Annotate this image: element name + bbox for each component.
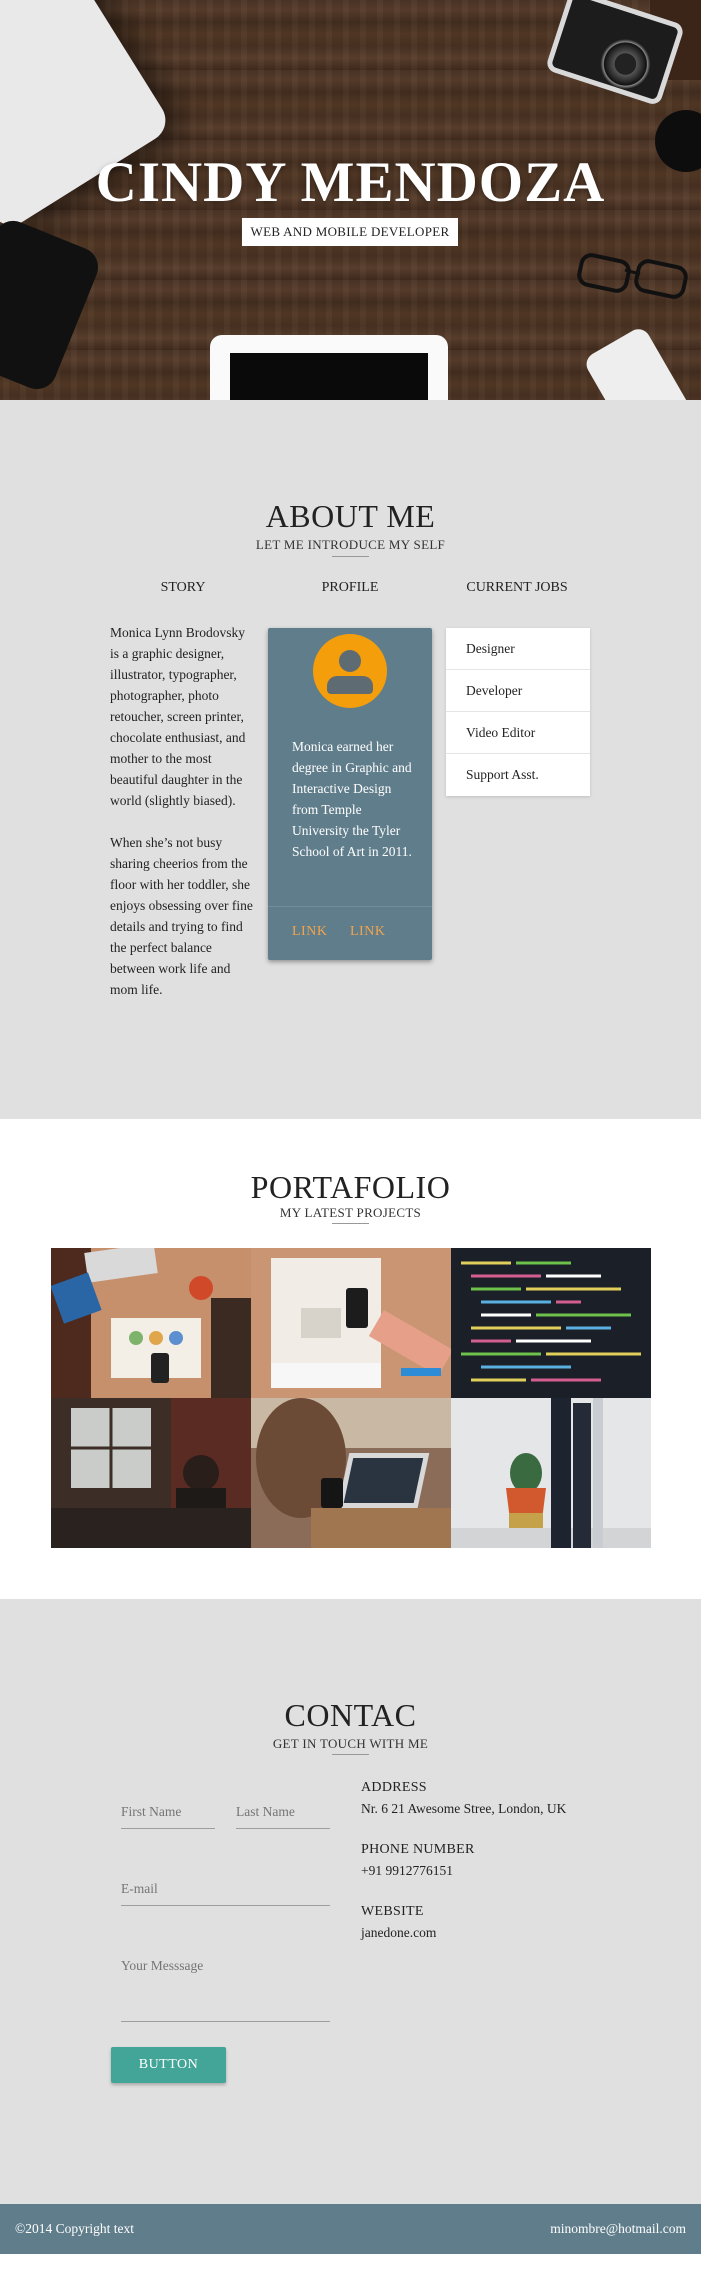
profile-heading: PROFILE (321, 580, 379, 595)
message-input[interactable] (121, 1958, 330, 1990)
profile-bio: Monica earned her degree in Graphic and … (292, 739, 412, 859)
job-item-support[interactable]: Support Asst. (446, 754, 590, 796)
phone-image (582, 324, 698, 400)
hero-title: CINDY MENDOZA (95, 151, 606, 214)
address-label: ADDRESS (361, 1780, 427, 1795)
story-text: Monica Lynn Brodovsky is a graphic desig… (110, 622, 256, 1021)
job-item-video-editor[interactable]: Video Editor (446, 712, 590, 754)
title-underline (332, 1223, 369, 1224)
hero-banner: CINDY MENDOZA WEB AND MOBILE DEVELOPER (0, 0, 701, 400)
user-icon (313, 634, 387, 708)
first-name-input[interactable] (121, 1804, 215, 1820)
address-value: Nr. 6 21 Awesome Stree, London, UK (361, 1801, 567, 1816)
hero-subtitle: WEB AND MOBILE DEVELOPER (242, 218, 458, 246)
portfolio-item-desk[interactable] (51, 1248, 251, 1398)
portfolio-section: PORTAFOLIO MY LATEST PROJECTS (0, 1119, 701, 1599)
title-underline (332, 556, 369, 557)
copyright-text: ©2014 Copyright text (15, 2221, 135, 2236)
footer-email-link[interactable]: minombre@hotmail.com (550, 2221, 686, 2237)
job-item-designer[interactable]: Designer (446, 628, 590, 670)
submit-button[interactable]: BUTTON (111, 2047, 226, 2083)
about-subtitle: LET ME INTRODUCE MY SELF (255, 537, 446, 552)
last-name-input[interactable] (236, 1804, 330, 1820)
website-label: WEBSITE (361, 1904, 424, 1919)
tablet-image (210, 335, 448, 400)
page-bottom-spacer (0, 2254, 701, 2276)
phone-label: PHONE NUMBER (361, 1842, 475, 1857)
portfolio-item-plant[interactable] (451, 1398, 651, 1548)
portfolio-item-sketch[interactable] (251, 1248, 451, 1398)
job-item-developer[interactable]: Developer (446, 670, 590, 712)
about-title: ABOUT ME (265, 498, 436, 534)
portfolio-subtitle: MY LATEST PROJECTS (279, 1205, 422, 1220)
phone-value: +91 9912776151 (361, 1863, 453, 1878)
email-field[interactable] (121, 1881, 330, 1906)
message-field[interactable] (121, 1958, 330, 2022)
portfolio-item-cafe[interactable] (51, 1398, 251, 1548)
contact-title: CONTAC (284, 1697, 417, 1733)
website-value[interactable]: janedone.com (361, 1925, 436, 1941)
footer: ©2014 Copyright text minombre@hotmail.co… (0, 2204, 701, 2254)
email-input[interactable] (121, 1881, 330, 1897)
profile-card: Monica earned her degree in Graphic and … (268, 628, 432, 960)
story-paragraph: Monica Lynn Brodovsky is a graphic desig… (110, 625, 246, 808)
title-underline (332, 1754, 369, 1755)
card-divider (268, 906, 432, 907)
about-section: ABOUT ME LET ME INTRODUCE MY SELF STORY … (0, 400, 701, 1119)
contact-subtitle: GET IN TOUCH WITH ME (272, 1736, 429, 1751)
story-heading: STORY (160, 580, 206, 595)
jobs-list: Designer Developer Video Editor Support … (446, 628, 590, 796)
pouch-image (0, 214, 105, 396)
portfolio-title: PORTAFOLIO (250, 1169, 451, 1205)
profile-link-1[interactable]: LINK (292, 924, 327, 940)
first-name-field[interactable] (121, 1804, 215, 1829)
last-name-field[interactable] (236, 1804, 330, 1829)
profile-link-2[interactable]: LINK (350, 924, 385, 940)
current-jobs-heading: CURRENT JOBS (466, 580, 568, 595)
portfolio-item-laptop[interactable] (251, 1398, 451, 1548)
story-paragraph: When she’s not busy sharing cheerios fro… (110, 835, 253, 997)
contact-section: CONTAC GET IN TOUCH WITH ME BUTTON ADDRE… (0, 1599, 701, 2204)
glasses-image (577, 253, 688, 299)
portfolio-item-code[interactable] (451, 1248, 651, 1398)
